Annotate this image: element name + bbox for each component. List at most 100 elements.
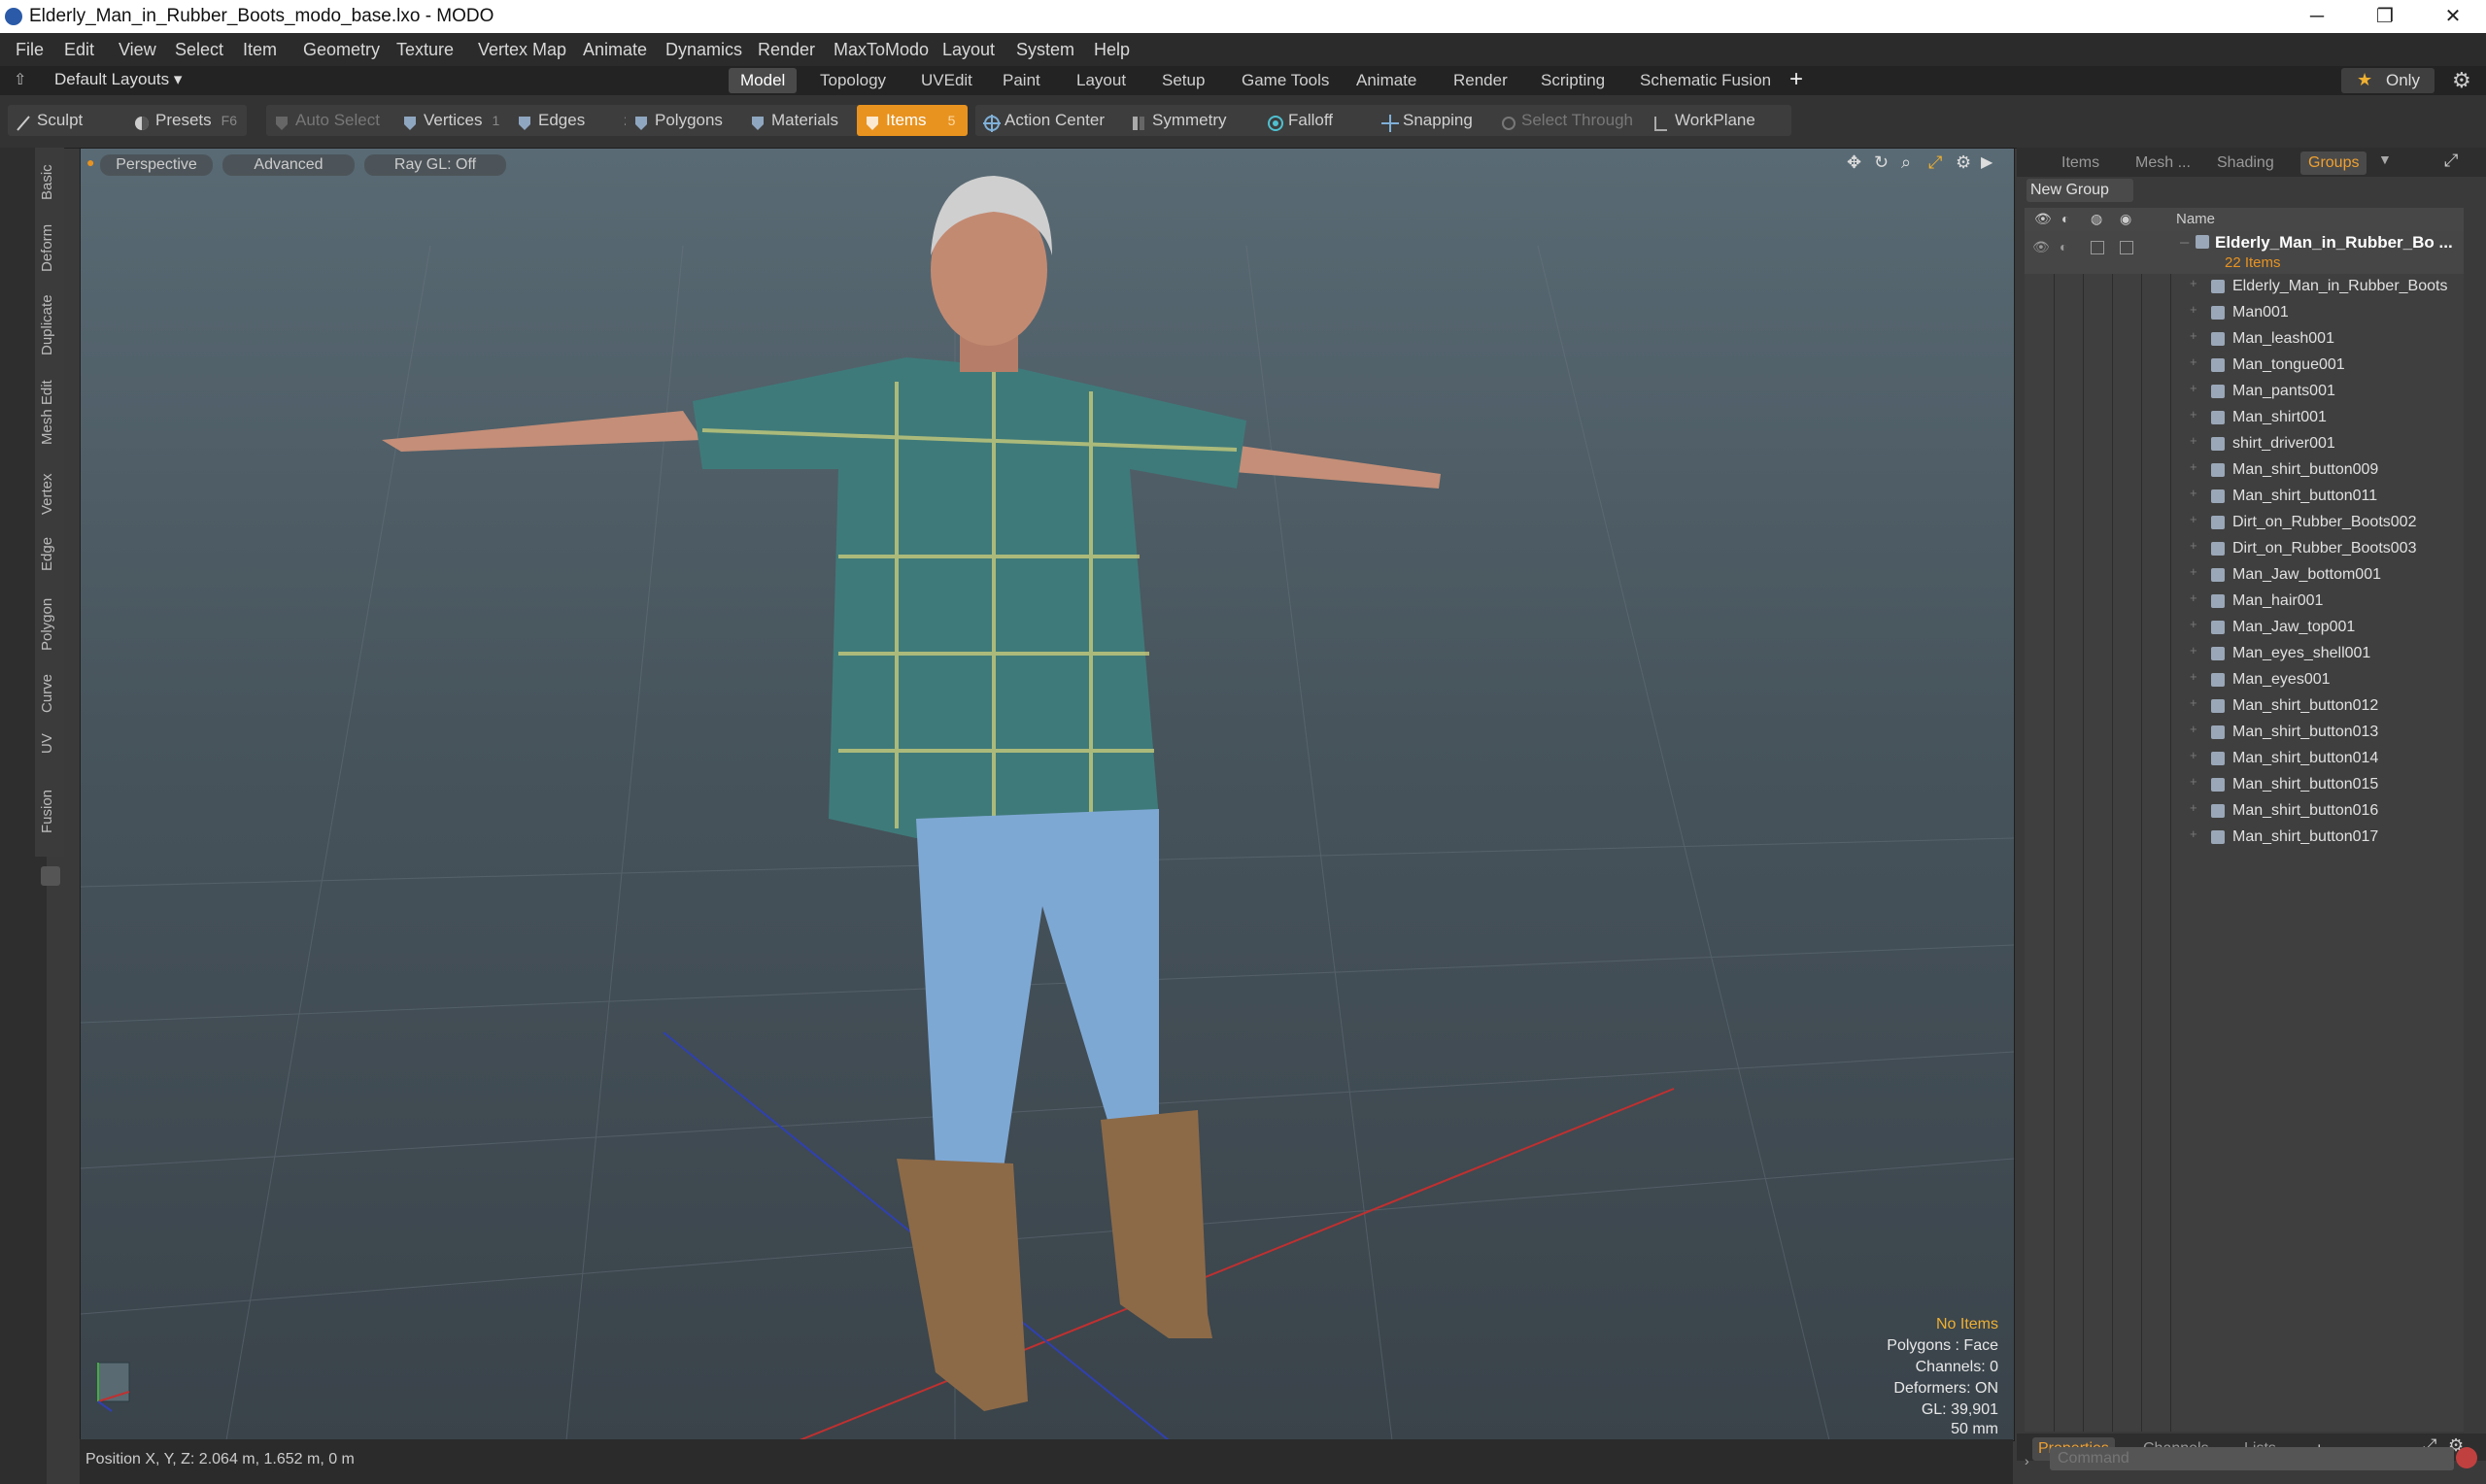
edges-button[interactable]: Edges2 <box>509 105 643 136</box>
group-item-row[interactable]: + Man_shirt_button014 <box>2025 746 2471 772</box>
group-item-row[interactable]: + Man_shirt_button017 <box>2025 825 2471 851</box>
expand-icon[interactable]: + <box>2190 328 2197 343</box>
group-select-checkbox[interactable] <box>2120 241 2133 254</box>
palette-tab-uv[interactable]: UV <box>39 732 55 754</box>
tab-paint[interactable]: Paint <box>991 68 1052 93</box>
symmetry-button[interactable]: Symmetry <box>1123 105 1267 136</box>
tabs-dropdown-icon[interactable]: ▼ <box>2378 152 2392 167</box>
sculpt-button[interactable]: Sculpt <box>8 105 130 136</box>
palette-tab-curve[interactable]: Curve <box>39 674 55 713</box>
group-item-row[interactable]: + Man_shirt_button015 <box>2025 772 2471 798</box>
name-column-header[interactable]: Name <box>2176 211 2215 227</box>
select-through-button[interactable]: Select Through <box>1492 105 1661 136</box>
expand-icon[interactable]: + <box>2190 669 2197 684</box>
menu-animate[interactable]: Animate <box>583 40 647 60</box>
perspective-view-button[interactable]: Perspective <box>100 154 213 176</box>
group-item-row[interactable]: + Man_leash001 <box>2025 326 2471 353</box>
polygons-button[interactable]: Polygons <box>626 105 756 136</box>
viewport-settings-icon[interactable]: ⚙ <box>1956 152 1971 173</box>
falloff-button[interactable]: Falloff <box>1259 105 1379 136</box>
group-item-row[interactable]: + Man_Jaw_bottom001 <box>2025 562 2471 589</box>
palette-tab-fusion[interactable]: Fusion <box>39 790 55 833</box>
group-item-row[interactable]: + shirt_driver001 <box>2025 431 2471 457</box>
tab-scripting[interactable]: Scripting <box>1529 68 1617 93</box>
command-input[interactable] <box>2050 1447 2454 1470</box>
palette-tab-vertex[interactable]: Vertex <box>39 473 55 515</box>
3d-viewport[interactable]: Perspective Advanced Ray GL: Off ● ✥ ↻ ⌕… <box>80 148 2015 1441</box>
group-item-row[interactable]: + Man_shirt_button011 <box>2025 484 2471 510</box>
group-render-icon[interactable]: ◐ <box>2060 239 2067 254</box>
record-macro-icon[interactable] <box>2456 1447 2477 1468</box>
raygl-toggle[interactable]: Ray GL: Off <box>364 154 506 176</box>
select-column-icon[interactable]: ◉ <box>2120 211 2131 227</box>
menu-edit[interactable]: Edit <box>64 40 94 60</box>
expand-panel-icon[interactable]: ⤢ <box>2444 151 2458 171</box>
default-layouts-dropdown[interactable]: Default Layouts ▾ <box>54 70 182 89</box>
tab-mesh[interactable]: Mesh ... <box>2135 152 2191 175</box>
group-item-row[interactable]: + Man_shirt_button013 <box>2025 720 2471 746</box>
expand-icon[interactable]: + <box>2190 433 2197 448</box>
menu-help[interactable]: Help <box>1094 40 1130 60</box>
group-item-row[interactable]: + Man001 <box>2025 300 2471 326</box>
close-button[interactable]: ✕ <box>2419 0 2486 33</box>
group-item-row[interactable]: + Man_shirt001 <box>2025 405 2471 431</box>
materials-button[interactable]: Materials <box>742 105 874 136</box>
tab-layout[interactable]: Layout <box>1065 68 1138 93</box>
tab-items[interactable]: Items <box>2061 152 2099 175</box>
group-item-row[interactable]: + Man_eyes001 <box>2025 667 2471 693</box>
expand-icon[interactable]: + <box>2190 748 2197 762</box>
tab-topology[interactable]: Topology <box>808 68 898 93</box>
new-group-button[interactable]: New Group <box>2026 179 2133 202</box>
tab-animate[interactable]: Animate <box>1345 68 1428 93</box>
lock-column-icon[interactable]: ◍ <box>2091 211 2102 227</box>
menu-file[interactable]: File <box>16 40 44 60</box>
tab-shading[interactable]: Shading <box>2217 152 2274 175</box>
group-collapse-icon[interactable]: ─ <box>2180 235 2189 250</box>
expand-icon[interactable]: + <box>2190 643 2197 658</box>
group-item-row[interactable]: + Man_shirt_button016 <box>2025 798 2471 825</box>
palette-tab-mesh-edit[interactable]: Mesh Edit <box>39 380 55 445</box>
fit-icon[interactable]: ⤢ <box>1928 152 1942 173</box>
expand-icon[interactable]: + <box>2190 695 2197 710</box>
group-item-row[interactable]: + Man_Jaw_top001 <box>2025 615 2471 641</box>
expand-icon[interactable]: + <box>2190 276 2197 290</box>
layouts-menu-icon[interactable]: ⇧ <box>14 70 26 89</box>
menu-system[interactable]: System <box>1016 40 1074 60</box>
expand-icon[interactable]: + <box>2190 617 2197 631</box>
expand-icon[interactable]: + <box>2190 800 2197 815</box>
group-item-row[interactable]: + Man_shirt_button012 <box>2025 693 2471 720</box>
tab-groups[interactable]: Groups <box>2300 152 2367 175</box>
menu-view[interactable]: View <box>119 40 156 60</box>
expand-icon[interactable]: + <box>2190 590 2197 605</box>
expand-icon[interactable]: + <box>2190 381 2197 395</box>
viewport-menu-arrow-icon[interactable]: ▶ <box>1981 152 1992 172</box>
vertices-button[interactable]: Vertices 1 <box>394 105 525 136</box>
menu-maxtomodo[interactable]: MaxToModo <box>834 40 929 60</box>
workplane-button[interactable]: WorkPlane <box>1646 105 1791 136</box>
expand-icon[interactable]: + <box>2190 302 2197 317</box>
menu-item[interactable]: Item <box>243 40 277 60</box>
menu-layout[interactable]: Layout <box>942 40 995 60</box>
tab-model[interactable]: Model <box>729 68 798 93</box>
palette-tab-basic[interactable]: Basic <box>39 164 55 200</box>
add-tab-button[interactable]: + <box>1789 66 1803 93</box>
group-item-row[interactable]: + Dirt_on_Rubber_Boots002 <box>2025 510 2471 536</box>
group-item-row[interactable]: + Man_pants001 <box>2025 379 2471 405</box>
menu-render[interactable]: Render <box>758 40 815 60</box>
expand-icon[interactable]: + <box>2190 459 2197 474</box>
tab-render[interactable]: Render <box>1442 68 1519 93</box>
visibility-column-icon[interactable]: 👁 <box>2034 211 2052 227</box>
group-item-row[interactable]: + Man_hair001 <box>2025 589 2471 615</box>
expand-icon[interactable]: + <box>2190 722 2197 736</box>
group-item-row[interactable]: + Dirt_on_Rubber_Boots003 <box>2025 536 2471 562</box>
group-visibility-icon[interactable]: 👁 <box>2032 239 2050 255</box>
palette-tab-duplicate[interactable]: Duplicate <box>39 294 55 355</box>
expand-icon[interactable]: + <box>2190 407 2197 422</box>
palette-tab-polygon[interactable]: Polygon <box>39 598 55 651</box>
render-column-icon[interactable]: ◐ <box>2061 211 2069 226</box>
auto-select-button[interactable]: Auto Select <box>266 105 408 136</box>
gear-icon[interactable]: ⚙ <box>2452 68 2471 93</box>
expand-icon[interactable]: + <box>2190 354 2197 369</box>
group-lock-checkbox[interactable] <box>2091 241 2104 254</box>
group-item-row[interactable]: + Elderly_Man_in_Rubber_Boots <box>2025 274 2471 300</box>
